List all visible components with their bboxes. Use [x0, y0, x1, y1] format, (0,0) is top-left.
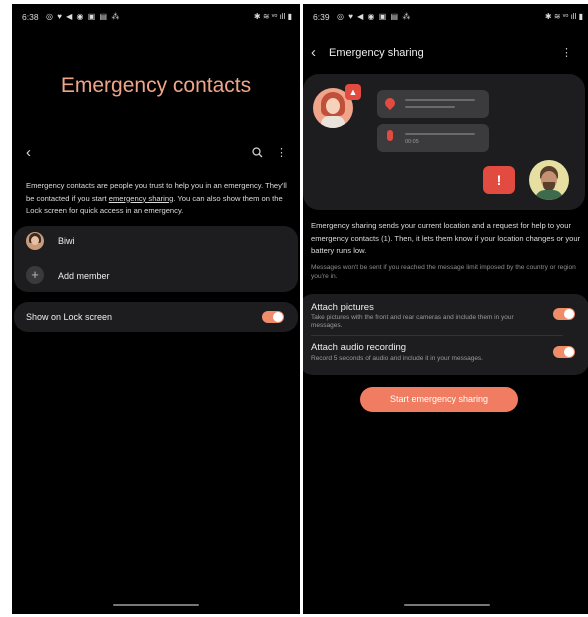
- add-member-button[interactable]: + Add member: [14, 258, 298, 290]
- system-status-icons: ✱ ≋ ᵛᵒ ıll ▮: [544, 12, 583, 21]
- contact-name: Biwi: [58, 236, 75, 246]
- back-arrow-icon[interactable]: ‹: [26, 144, 31, 161]
- message-limit-note: Messages won't be sent if you reached th…: [311, 264, 576, 280]
- attach-audio-toggle[interactable]: [553, 346, 575, 358]
- attach-audio-row[interactable]: Attach audio recording Record 5 seconds …: [303, 336, 588, 374]
- attach-pictures-toggle[interactable]: [553, 308, 575, 320]
- contact-row[interactable]: Biwi: [14, 226, 298, 256]
- contacts-card: Biwi + Add member: [14, 226, 298, 292]
- more-options-icon[interactable]: ⋮: [276, 146, 287, 159]
- sharing-description: Emergency sharing sends your current loc…: [311, 221, 581, 255]
- alert-badge-icon: ▲: [345, 84, 361, 100]
- add-member-label: Add member: [58, 271, 110, 281]
- attach-audio-subtitle: Record 5 seconds of audio and include it…: [311, 355, 483, 362]
- back-arrow-icon[interactable]: ‹: [311, 44, 316, 61]
- plus-icon: +: [26, 266, 44, 284]
- attach-pictures-row[interactable]: Attach pictures Take pictures with the f…: [303, 294, 588, 334]
- gesture-bar[interactable]: [404, 604, 490, 606]
- start-emergency-sharing-button[interactable]: Start emergency sharing: [360, 387, 518, 412]
- status-time: 6:39: [313, 12, 330, 22]
- emergency-sharing-illustration: ▲ 00:05 !: [303, 74, 585, 210]
- emergency-sharing-screen: 6:39 ◎ ♥ ◀ ◉ ▣ ▤ ⁂ ✱ ≋ ᵛᵒ ıll ▮ ‹ Emerge…: [303, 4, 588, 614]
- audio-duration: 00:05: [405, 139, 419, 145]
- gesture-bar[interactable]: [113, 604, 199, 606]
- notification-icons: ◎ ♥ ◀ ◉ ▣ ▤ ⁂: [46, 12, 121, 21]
- attach-pictures-subtitle: Take pictures with the front and rear ca…: [311, 314, 514, 329]
- status-bar: 6:39 ◎ ♥ ◀ ◉ ▣ ▤ ⁂ ✱ ≋ ᵛᵒ ıll ▮: [303, 12, 588, 26]
- alert-bubble: !: [483, 166, 515, 194]
- recipient-avatar: [529, 160, 569, 200]
- more-options-icon[interactable]: ⋮: [561, 46, 572, 59]
- lock-screen-row[interactable]: Show on Lock screen: [14, 302, 298, 332]
- attach-pictures-title: Attach pictures: [311, 302, 374, 313]
- microphone-icon: [387, 130, 393, 141]
- search-icon[interactable]: [252, 147, 263, 161]
- location-message-bubble: [377, 90, 489, 118]
- contacts-description: Emergency contacts are people you trust …: [26, 181, 287, 215]
- emergency-sharing-link[interactable]: emergency sharing: [109, 194, 174, 203]
- page-title: Emergency contacts: [60, 74, 252, 97]
- contact-avatar: [26, 232, 44, 250]
- attachment-settings-card: Attach pictures Take pictures with the f…: [303, 294, 588, 375]
- lock-screen-label: Show on Lock screen: [26, 312, 113, 322]
- toolbar-title: Emergency sharing: [329, 47, 424, 59]
- emergency-contacts-screen: 6:38 ◎ ♥ ◀ ◉ ▣ ▤ ⁂ ✱ ≋ ᵛᵒ ıll ▮ Emergenc…: [12, 4, 300, 614]
- system-status-icons: ✱ ≋ ᵛᵒ ıll ▮: [253, 12, 292, 21]
- status-time: 6:38: [22, 12, 39, 22]
- location-pin-icon: [382, 95, 398, 111]
- notification-icons: ◎ ♥ ◀ ◉ ▣ ▤ ⁂: [337, 12, 412, 21]
- attach-audio-title: Attach audio recording: [311, 342, 407, 353]
- status-bar: 6:38 ◎ ♥ ◀ ◉ ▣ ▤ ⁂ ✱ ≋ ᵛᵒ ıll ▮: [12, 12, 300, 26]
- lock-screen-toggle[interactable]: [262, 311, 284, 323]
- audio-message-bubble: 00:05: [377, 124, 489, 152]
